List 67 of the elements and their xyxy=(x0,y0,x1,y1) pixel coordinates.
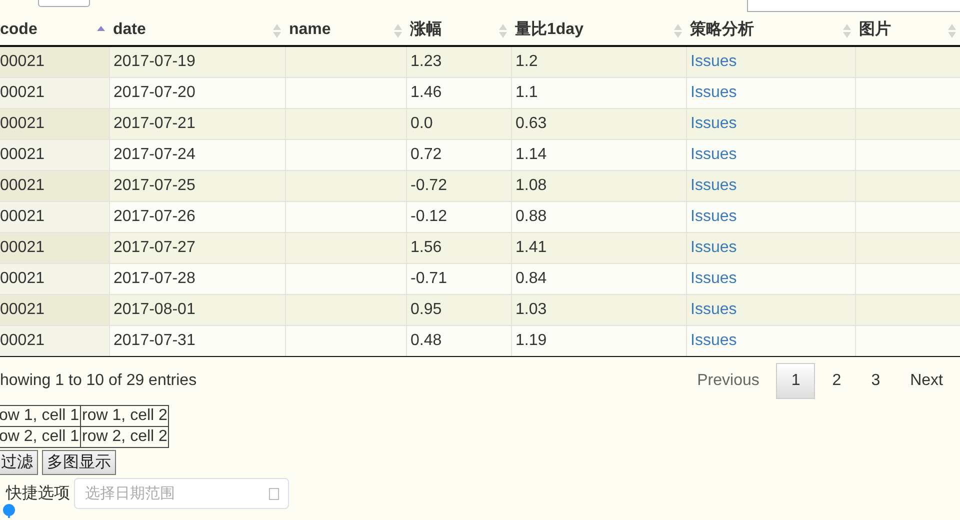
table-cell: 00021 xyxy=(0,146,44,163)
table-cell: 2017-08-01 xyxy=(114,301,196,318)
table-cell: row 2, cell 2 xyxy=(80,426,169,448)
issues-link[interactable]: Issues xyxy=(690,301,737,318)
table-cell: 00021 xyxy=(0,115,44,132)
calendar-icon xyxy=(269,488,279,500)
table-cell: 00021 xyxy=(0,84,44,101)
action-button[interactable]: 多图显示 xyxy=(42,450,116,475)
next-page-button[interactable]: Next xyxy=(897,363,956,399)
table-cell: 2017-07-27 xyxy=(114,239,196,256)
entries-info: howing 1 to 10 of 29 entries xyxy=(0,372,197,390)
table-cell: 00021 xyxy=(0,208,44,225)
previous-page-button[interactable]: Previous xyxy=(684,363,772,399)
table-cell: 00021 xyxy=(0,332,44,349)
table-cell: 00021 xyxy=(0,301,44,318)
issues-link[interactable]: Issues xyxy=(690,84,737,101)
table-cell: 00021 xyxy=(0,53,44,70)
table-cell: -0.12 xyxy=(410,208,447,225)
table-cell: 2017-07-26 xyxy=(114,208,196,225)
issues-link[interactable]: Issues xyxy=(690,239,737,256)
table-cell: 2017-07-31 xyxy=(114,332,196,349)
table-cell: row 1, cell 2 xyxy=(80,406,169,426)
date-range-field[interactable]: 选择日期范围 xyxy=(74,478,289,509)
table-cell: 1.2 xyxy=(516,53,538,70)
table-cell: 0.84 xyxy=(516,270,547,287)
table-cell: 2017-07-21 xyxy=(114,115,196,132)
issues-link[interactable]: Issues xyxy=(690,177,737,194)
table-cell: 0.63 xyxy=(516,115,547,132)
table-cell: 1.08 xyxy=(516,177,547,194)
issues-link[interactable]: Issues xyxy=(690,270,737,287)
table-cell: 1.1 xyxy=(516,84,538,101)
table-cell: 2017-07-25 xyxy=(114,177,196,194)
page-button[interactable]: 1 xyxy=(776,363,816,399)
table-cell: 1.23 xyxy=(410,53,442,70)
table-cell: 1.41 xyxy=(516,239,547,256)
pin-icon xyxy=(2,504,16,518)
table-cell: 00021 xyxy=(0,177,44,194)
table-cell: 1.46 xyxy=(410,84,442,101)
table-cell: 2017-07-20 xyxy=(114,84,196,101)
table-cell: 0.0 xyxy=(410,115,433,132)
date-range-label: 快捷选项 xyxy=(6,484,70,504)
table-cell: 00021 xyxy=(0,270,44,287)
search-field[interactable] xyxy=(747,0,960,12)
page-button[interactable]: 2 xyxy=(819,363,854,399)
issues-link[interactable]: Issues xyxy=(690,115,737,132)
issues-link[interactable]: Issues xyxy=(690,208,737,225)
table-cell: -0.71 xyxy=(410,270,447,287)
issues-link[interactable]: Issues xyxy=(690,53,737,70)
table-cell: 1.03 xyxy=(516,301,547,318)
table-cell: 2017-07-28 xyxy=(114,270,196,287)
issues-link[interactable]: Issues xyxy=(690,332,737,349)
table-cell: -0.72 xyxy=(410,177,447,194)
table-cell: 2017-07-19 xyxy=(114,53,196,70)
table-cell: 2017-07-24 xyxy=(114,146,196,163)
table-cell: 0.95 xyxy=(410,301,442,318)
table-cell: 1.14 xyxy=(516,146,547,163)
table-cell: 0.48 xyxy=(410,332,442,349)
table-cell: 1.56 xyxy=(410,239,442,256)
table-cell: 0.88 xyxy=(516,208,547,225)
page-button[interactable]: 3 xyxy=(858,363,894,399)
table-cell: 0.72 xyxy=(410,146,442,163)
issues-link[interactable]: Issues xyxy=(690,146,737,163)
table-cell: 1.19 xyxy=(516,332,547,349)
table-cell: 00021 xyxy=(0,239,44,256)
table-cell: ow 1, cell 1 xyxy=(0,406,81,426)
table-cell: ow 2, cell 1 xyxy=(0,426,81,448)
action-button[interactable]: 过滤 xyxy=(0,450,38,475)
